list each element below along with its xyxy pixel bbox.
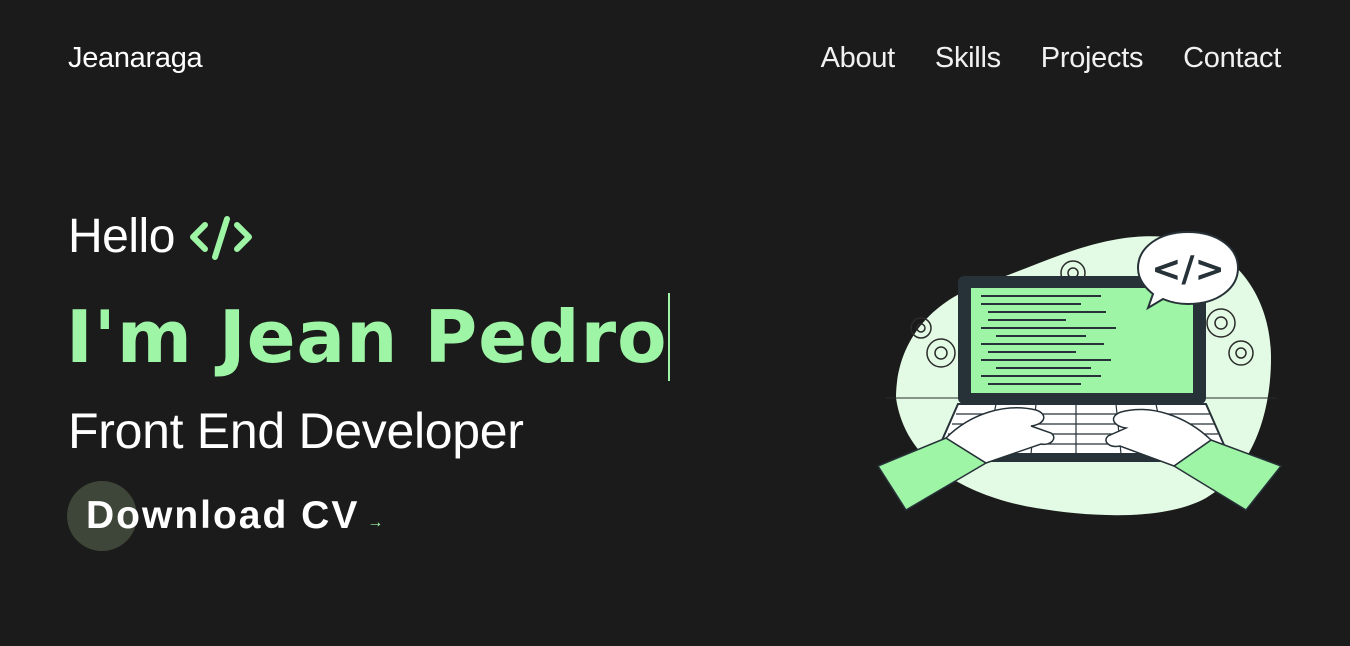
nav-link-skills[interactable]: Skills: [935, 42, 1001, 74]
bubble-code-text: </>: [1151, 249, 1224, 290]
hero-name: I'm Jean Pedro: [66, 295, 668, 379]
code-tag-icon: [189, 215, 252, 260]
developer-laptop-illustration: </>: [876, 230, 1283, 516]
nav-item: Contact: [1183, 42, 1281, 75]
page: Jeanaraga About Skills Projects Contact …: [0, 0, 1350, 646]
nav-link-about[interactable]: About: [821, 42, 896, 74]
nav-item: Projects: [1041, 42, 1144, 75]
main-nav: About Skills Projects Contact: [821, 42, 1282, 75]
download-cv-label: Download CV: [86, 494, 360, 537]
nav-item: Skills: [935, 42, 1001, 75]
name-line: I'm Jean Pedro: [66, 292, 670, 382]
nav-link-contact[interactable]: Contact: [1183, 42, 1281, 74]
download-cv-button[interactable]: Download CV →: [67, 481, 383, 551]
site-logo[interactable]: Jeanaraga: [68, 42, 203, 75]
greeting-text: Hello: [68, 210, 175, 263]
nav-item: About: [821, 42, 896, 75]
nav-link-projects[interactable]: Projects: [1041, 42, 1144, 74]
hero-role: Front End Developer: [68, 403, 524, 459]
typing-cursor: [667, 293, 670, 381]
arrow-right-icon: →: [367, 514, 384, 531]
hello-line: Hello: [68, 209, 255, 264]
